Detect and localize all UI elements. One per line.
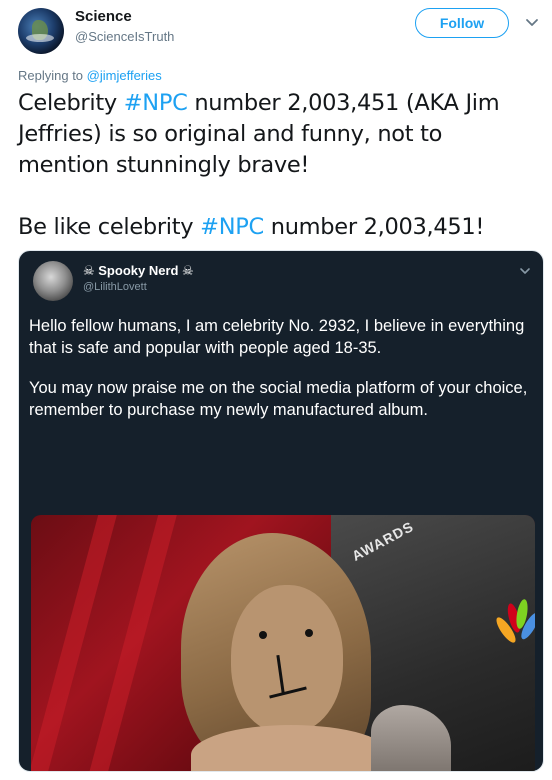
embedded-paragraph-2: You may now praise me on the social medi…	[29, 379, 528, 419]
mouth	[269, 686, 307, 699]
tweet-text-segment: Be like celebrity	[18, 214, 201, 240]
eye	[305, 629, 313, 637]
eye	[259, 631, 267, 639]
embedded-paragraph-1: Hello fellow humans, I am celebrity No. …	[29, 317, 525, 357]
tweet-paragraph-1: Celebrity #NPC number 2,003,451 (AKA Jim…	[18, 88, 538, 181]
embedded-photo: AWARDS	[31, 515, 535, 771]
globe-cloud	[26, 34, 54, 42]
embedded-display-name: ☠ Spooky Nerd ☠	[83, 263, 194, 278]
tweet-paragraph-2: Be like celebrity #NPC number 2,003,451!	[18, 212, 538, 243]
chevron-down-icon[interactable]	[525, 16, 539, 30]
peacock-logo-icon	[493, 595, 535, 665]
embedded-avatar	[33, 261, 73, 301]
avatar[interactable]	[18, 8, 64, 54]
hashtag-link[interactable]: #NPC	[124, 90, 188, 116]
user-handle[interactable]: @ScienceIsTruth	[75, 29, 174, 44]
chevron-down-icon	[520, 268, 530, 274]
nose	[276, 654, 285, 694]
follow-button[interactable]: Follow	[415, 8, 509, 38]
tweet-text-segment: Celebrity	[18, 90, 124, 116]
tweet-text: Celebrity #NPC number 2,003,451 (AKA Jim…	[18, 88, 538, 274]
embedded-handle: @LilithLovett	[83, 281, 147, 293]
tweet-media-image[interactable]: ☠ Spooky Nerd ☠ @LilithLovett Hello fell…	[18, 250, 544, 772]
display-name[interactable]: Science	[75, 8, 132, 25]
hashtag-link[interactable]: #NPC	[200, 214, 264, 240]
reply-mention-link[interactable]: @jimjefferies	[87, 68, 162, 83]
tweet-text-segment: number 2,003,451!	[263, 214, 485, 240]
replying-prefix: Replying to	[18, 68, 84, 83]
npc-face	[231, 585, 343, 733]
replying-to: Replying to @jimjefferies	[18, 68, 162, 83]
embedded-tweet-text: Hello fellow humans, I am celebrity No. …	[29, 315, 539, 439]
